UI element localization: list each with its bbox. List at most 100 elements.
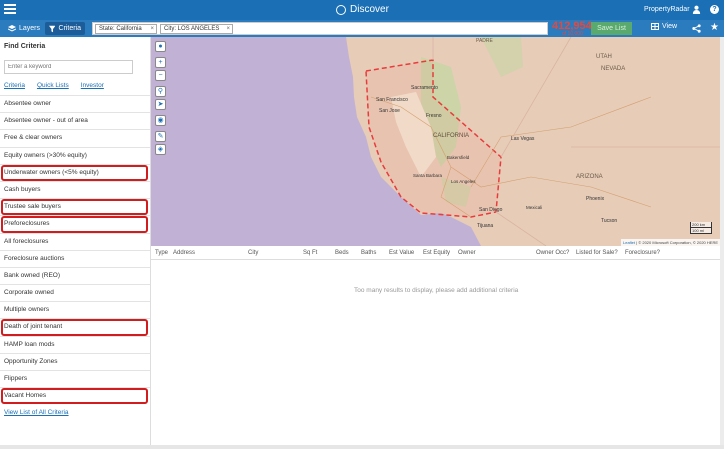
map-label: Phoenix bbox=[586, 196, 605, 202]
empty-results-message: Too many results to display, please add … bbox=[354, 287, 519, 294]
subtab-quick-lists[interactable]: Quick Lists bbox=[37, 82, 69, 89]
criteria-toolbar: Layers Criteria State: California × City… bbox=[0, 20, 724, 37]
map-canvas[interactable]: PADRE UTAH NEVADA Sacramento San Francis… bbox=[151, 37, 720, 246]
map-label: Mexicali bbox=[526, 205, 542, 210]
column-header[interactable]: Foreclosure? bbox=[625, 250, 660, 256]
map-label: Sacramento bbox=[411, 85, 438, 91]
chip-label: City: LOS ANGELES bbox=[164, 26, 220, 32]
criteria-subtabs: Criteria Quick Lists Investor bbox=[4, 82, 104, 89]
results-table-header: Type Address City Sq Ft Beds Baths Est V… bbox=[151, 246, 720, 260]
criteria-item[interactable]: Cash buyers bbox=[0, 180, 150, 198]
criteria-chip-city[interactable]: City: LOS ANGELES × bbox=[160, 24, 233, 34]
subtab-criteria[interactable]: Criteria bbox=[4, 82, 25, 89]
column-header[interactable]: Est Value bbox=[389, 250, 414, 256]
column-header[interactable]: Listed for Sale? bbox=[576, 250, 618, 256]
save-list-button[interactable]: Save List bbox=[591, 22, 632, 35]
criteria-item[interactable]: Equity owners (>30% equity) bbox=[0, 146, 150, 164]
map-label: Tucson bbox=[601, 218, 617, 224]
criteria-item[interactable]: Multiple owners bbox=[0, 301, 150, 318]
criteria-chip-bar[interactable]: State: California × City: LOS ANGELES × bbox=[92, 22, 548, 35]
map-label: Fresno bbox=[426, 113, 442, 119]
map-label: San Jose bbox=[379, 108, 400, 114]
column-header[interactable]: Sq Ft bbox=[303, 250, 317, 256]
zoom-in-icon[interactable]: + bbox=[155, 57, 166, 68]
subtab-investor[interactable]: Investor bbox=[81, 82, 104, 89]
view-button-label: View bbox=[662, 23, 678, 30]
page-title-text: Discover bbox=[350, 4, 389, 15]
map-label: ARIZONA bbox=[576, 174, 603, 180]
criteria-item[interactable]: HAMP loan mods bbox=[0, 335, 150, 353]
app-header: Discover PropertyRadar ? bbox=[0, 0, 724, 20]
attribution-text: | © 2020 Microsoft Corporation, © 2020 H… bbox=[636, 240, 718, 245]
map-scale: 200 km 100 mi bbox=[690, 222, 712, 234]
map-label: Bakersfield bbox=[447, 155, 470, 160]
column-header[interactable]: Beds bbox=[335, 250, 349, 256]
column-header[interactable]: Address bbox=[173, 250, 195, 256]
map-view[interactable]: PADRE UTAH NEVADA Sacramento San Francis… bbox=[151, 37, 720, 246]
criteria-item[interactable]: Absentee owner bbox=[0, 95, 150, 112]
view-all-criteria-link[interactable]: View List of All Criteria bbox=[4, 409, 69, 416]
column-header[interactable]: City bbox=[248, 250, 258, 256]
tab-layers[interactable]: Layers bbox=[4, 22, 44, 35]
horizontal-scrollbar[interactable] bbox=[0, 445, 724, 449]
vertical-scrollbar[interactable] bbox=[720, 37, 724, 445]
criteria-item[interactable]: Absentee owner - out of area bbox=[0, 112, 150, 129]
locate-icon[interactable]: ➤ bbox=[155, 99, 166, 110]
column-header[interactable]: Est Equity bbox=[423, 250, 450, 256]
column-header[interactable]: Owner bbox=[458, 250, 476, 256]
criteria-item[interactable]: Free & clear owners bbox=[0, 129, 150, 146]
criteria-chip-state[interactable]: State: California × bbox=[95, 24, 157, 34]
map-attribution: Leaflet | © 2020 Microsoft Corporation, … bbox=[621, 239, 720, 246]
view-button[interactable]: View bbox=[651, 23, 677, 30]
draw-icon[interactable]: ✎ bbox=[155, 131, 166, 142]
column-header[interactable]: Type bbox=[155, 250, 168, 256]
share-icon[interactable] bbox=[692, 24, 701, 33]
tab-layers-label: Layers bbox=[19, 25, 41, 32]
keyword-search-input[interactable] bbox=[4, 60, 133, 74]
layers-icon bbox=[8, 24, 16, 32]
criteria-item[interactable]: Death of joint tenant bbox=[0, 318, 150, 336]
column-header[interactable]: Owner Occ? bbox=[536, 250, 569, 256]
help-icon[interactable]: ? bbox=[710, 5, 719, 14]
map-toolbar: ● + − ⚲ ➤ ◉ ✎ ◈ bbox=[155, 41, 166, 157]
tab-criteria[interactable]: Criteria bbox=[45, 22, 85, 35]
person-icon[interactable]: ● bbox=[155, 41, 166, 52]
map-label: Santa Barbara bbox=[413, 173, 443, 178]
filter-icon bbox=[49, 25, 56, 32]
menu-icon[interactable] bbox=[4, 4, 16, 15]
chip-label: State: California bbox=[99, 26, 142, 32]
user-icon[interactable] bbox=[692, 5, 701, 14]
criteria-item[interactable]: Underwater owners (<5% equity) bbox=[0, 163, 150, 182]
brand-name[interactable]: PropertyRadar bbox=[644, 6, 690, 13]
map-label: Los Angeles bbox=[451, 179, 476, 184]
criteria-item[interactable]: All foreclosures bbox=[0, 232, 150, 250]
pin-icon[interactable]: ⚲ bbox=[155, 86, 166, 97]
zoom-out-icon[interactable]: − bbox=[155, 70, 166, 81]
sidebar-heading: Find Criteria bbox=[4, 43, 46, 50]
criteria-item[interactable]: Bank owned (REO) bbox=[0, 266, 150, 284]
close-icon[interactable]: × bbox=[226, 25, 230, 33]
map-label: Las Vegas bbox=[511, 136, 535, 142]
scale-mi: 100 mi bbox=[690, 228, 712, 234]
map-label: NEVADA bbox=[601, 66, 625, 72]
criteria-item[interactable]: Flippers bbox=[0, 370, 150, 387]
column-header[interactable]: Baths bbox=[361, 250, 376, 256]
map-label: UTAH bbox=[596, 54, 612, 60]
criteria-item[interactable]: Foreclosure auctions bbox=[0, 249, 150, 267]
layers-icon[interactable]: ◈ bbox=[155, 144, 166, 155]
leaflet-link[interactable]: Leaflet bbox=[623, 240, 635, 245]
criteria-item[interactable]: Opportunity Zones bbox=[0, 352, 150, 370]
table-icon bbox=[651, 23, 659, 30]
criteria-list: Absentee owner Absentee owner - out of ar… bbox=[0, 95, 150, 405]
tab-criteria-label: Criteria bbox=[58, 25, 81, 32]
criteria-item[interactable]: Preforeclosures bbox=[0, 215, 150, 233]
map-label: CALIFORNIA bbox=[433, 133, 469, 139]
globe-icon[interactable]: ◉ bbox=[155, 115, 166, 126]
criteria-item[interactable]: Corporate owned bbox=[0, 284, 150, 301]
criteria-item[interactable]: Trustee sale buyers bbox=[0, 198, 150, 216]
results-table-body: Too many results to display, please add … bbox=[151, 260, 720, 445]
star-icon[interactable]: ★ bbox=[710, 23, 719, 33]
result-count: 412,954 of 10,000 bbox=[549, 20, 592, 37]
criteria-item[interactable]: Vacant Homes bbox=[0, 387, 150, 405]
close-icon[interactable]: × bbox=[150, 25, 154, 33]
